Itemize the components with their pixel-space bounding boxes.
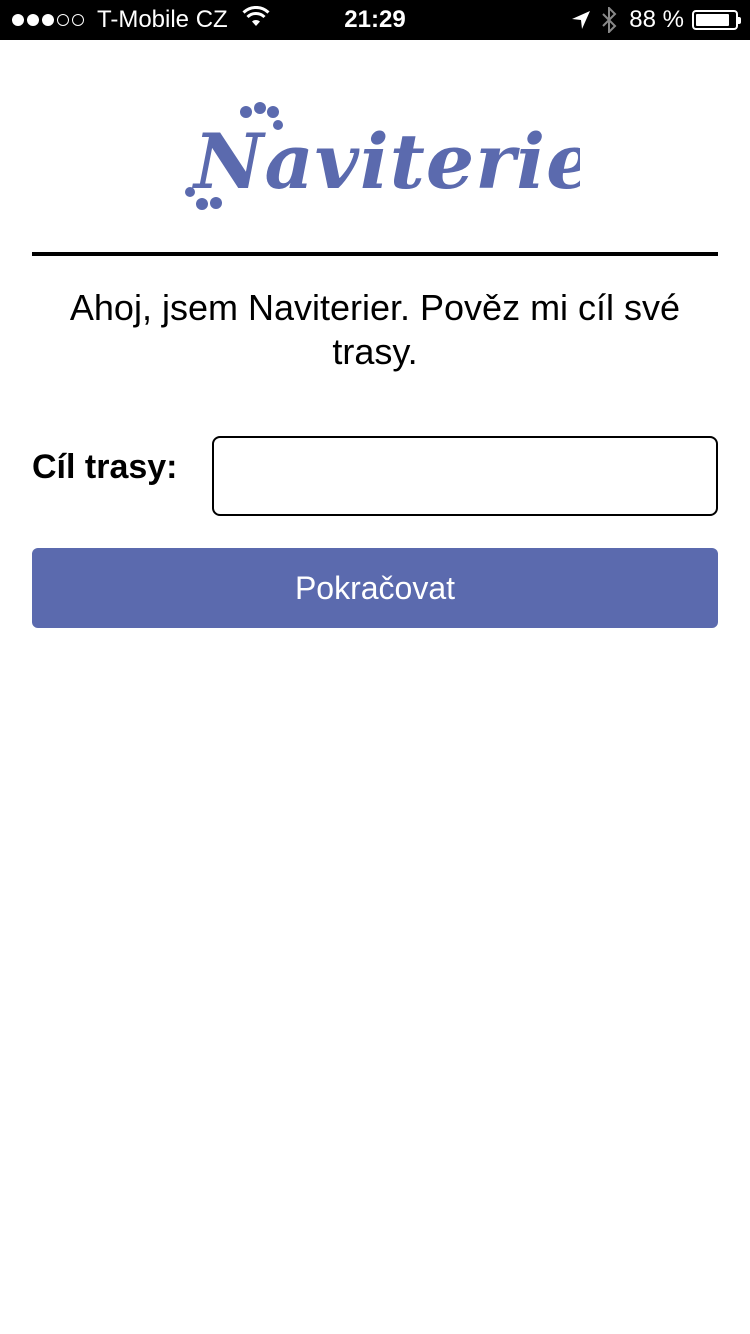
destination-label: Cíl trasy:	[32, 448, 178, 486]
battery-icon	[692, 10, 741, 30]
battery-fill	[696, 14, 730, 26]
continue-button[interactable]: Pokračovat	[32, 548, 718, 628]
naviterier-logo: Naviterier	[180, 100, 639, 220]
greeting-text: Ahoj, jsem Naviterier. Pověz mi cíl své …	[69, 287, 681, 372]
bluetooth-icon	[601, 7, 617, 33]
header-divider	[32, 252, 718, 256]
status-right: 88 %	[561, 0, 741, 40]
destination-input[interactable]	[212, 436, 718, 516]
location-arrow-icon	[571, 10, 591, 30]
status-bar: T-Mobile CZ 21:29 88 %	[0, 0, 750, 40]
battery-percent: 88 %	[629, 6, 684, 33]
logo-text: Naviterier	[192, 117, 580, 206]
